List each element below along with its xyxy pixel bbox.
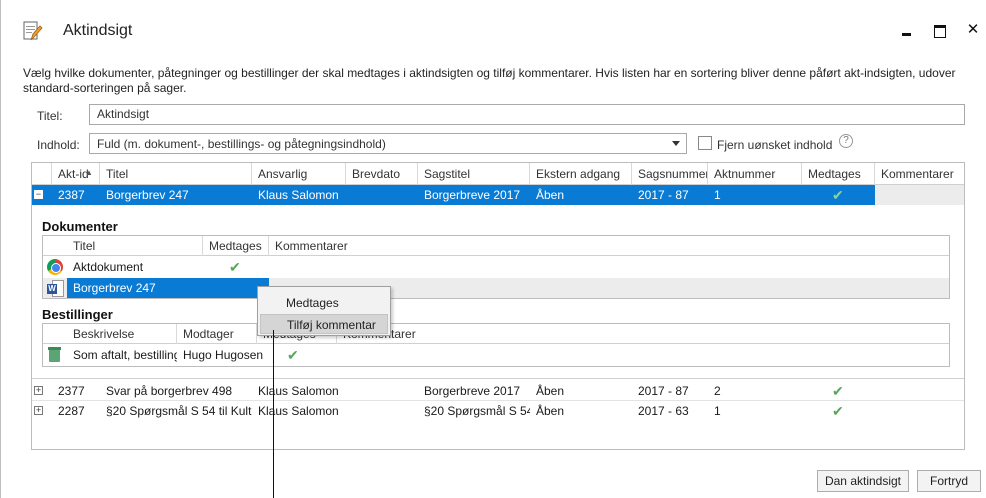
cell-kommentarer[interactable] <box>875 185 964 205</box>
content-select-value: Fuld (m. dokument-, bestillings- og påte… <box>97 137 386 151</box>
context-menu: Medtages Tilføj kommentar <box>257 286 391 336</box>
checkmark-icon[interactable]: ✔ <box>281 345 311 365</box>
order-beskrivelse: Som aftalt, bestilling på <box>73 348 177 362</box>
cell-brevdato <box>346 185 418 205</box>
column-header-brevdato[interactable]: Brevdato <box>346 163 418 185</box>
create-aktindsigt-button[interactable]: Dan aktindsigt <box>817 470 909 492</box>
checkmark-icon[interactable]: ✔ <box>826 401 856 421</box>
cell-akt-id: 2387 <box>58 188 85 202</box>
content-label: Indhold: <box>37 138 80 152</box>
help-icon[interactable]: ? <box>839 134 853 148</box>
cell-sagsnummer: 2017 - 87 <box>638 384 689 398</box>
doc-titel: Borgerbrev 247 <box>73 281 156 295</box>
doc-titel: Aktdokument <box>73 260 144 274</box>
cell-titel: Svar på borgerbrev 498 <box>106 384 233 398</box>
aktindsigt-window: Aktindsigt ✕ Vælg hvilke dokumenter, påt… <box>0 0 986 498</box>
checkmark-icon[interactable]: ✔ <box>826 381 856 401</box>
column-header-sagstitel[interactable]: Sagstitel <box>418 163 530 185</box>
column-header-order-kommentarer[interactable]: Kommentarer <box>337 324 949 344</box>
title-label: Titel: <box>37 109 63 123</box>
cell-ekstern-adgang: Åben <box>536 188 565 202</box>
checkmark-icon[interactable]: ✔ <box>223 257 253 277</box>
close-button[interactable]: ✕ <box>963 20 983 40</box>
order-bin-icon <box>48 347 61 362</box>
acts-grid: Akt-id ▲ Titel Ansvarlig Brevdato Sagstit… <box>31 162 965 450</box>
cell-aktnummer: 2 <box>714 384 721 398</box>
column-header-doc-kommentarer[interactable]: Kommentarer <box>269 236 949 256</box>
cell-sagstitel: Borgerbreve 2017 <box>424 384 521 398</box>
column-header-ekstern-adgang[interactable]: Ekstern adgang <box>530 163 632 185</box>
cell-aktnummer: 1 <box>714 188 721 202</box>
cell-brevdato <box>346 381 418 401</box>
column-header-beskrivelse[interactable]: Beskrivelse <box>67 324 177 344</box>
header-expander-col <box>32 163 52 185</box>
cell-sagstitel: §20 Spørgsmål S 54 <box>424 404 530 418</box>
title-bar: Aktindsigt ✕ <box>1 0 986 56</box>
menu-item-add-comment[interactable]: Tilføj kommentar <box>260 314 388 334</box>
menu-item-medtages[interactable]: Medtages <box>260 293 388 313</box>
cell-brevdato <box>346 401 418 421</box>
cell-ansvarlig: Klaus Salomon <box>258 404 339 418</box>
column-header-modtager[interactable]: Modtager <box>177 324 257 344</box>
list-item[interactable]: W Borgerbrev 247 <box>43 278 949 298</box>
cell-titel: §20 Spørgsmål S 54 til Kult <box>106 404 252 418</box>
minimize-button[interactable] <box>897 20 917 40</box>
list-item[interactable]: Aktdokument ✔ <box>43 257 949 277</box>
column-header-sagsnummer[interactable]: Sagsnummer <box>632 163 708 185</box>
cell-sagstitel: Borgerbreve 2017 <box>424 188 521 202</box>
table-row[interactable]: + 2377 Svar på borgerbrev 498 Klaus Salo… <box>32 381 964 401</box>
list-item[interactable]: Som aftalt, bestilling på Hugo Hugosen ✔ <box>43 345 949 365</box>
chrome-icon <box>47 259 63 275</box>
column-header-doc-titel[interactable]: Titel <box>67 236 203 256</box>
column-header-aktnummer[interactable]: Aktnummer <box>708 163 802 185</box>
cancel-button[interactable]: Fortryd <box>917 470 981 492</box>
column-header-ansvarlig[interactable]: Ansvarlig <box>252 163 346 185</box>
expand-icon[interactable]: + <box>34 406 43 415</box>
orders-grid: Beskrivelse Modtager Medtages Kommentare… <box>42 323 950 367</box>
cell-sagsnummer: 2017 - 63 <box>638 404 689 418</box>
table-row[interactable]: + 2287 §20 Spørgsmål S 54 til Kult Klaus… <box>32 401 964 421</box>
maximize-button[interactable] <box>929 20 949 40</box>
table-row[interactable]: − 2387 Borgerbrev 247 Klaus Salomon Borg… <box>32 185 964 205</box>
act-detail-panel: Dokumenter Titel Medtages Kommentarer Ak… <box>32 207 964 379</box>
column-header-medtages[interactable]: Medtages <box>802 163 875 185</box>
cell-ansvarlig: Klaus Salomon <box>258 188 339 202</box>
column-header-kommentarer[interactable]: Kommentarer <box>875 163 964 185</box>
column-header-doc-medtages[interactable]: Medtages <box>203 236 269 256</box>
cell-akt-id: 2287 <box>58 404 85 418</box>
remove-unwanted-checkbox[interactable] <box>698 136 712 150</box>
window-title: Aktindsigt <box>63 22 133 39</box>
cell-sagsnummer: 2017 - 87 <box>638 188 689 202</box>
expand-icon[interactable]: + <box>34 386 43 395</box>
cell-akt-id: 2377 <box>58 384 85 398</box>
checkmark-icon[interactable]: ✔ <box>826 185 856 205</box>
orders-grid-header: Beskrivelse Modtager Medtages Kommentare… <box>43 324 949 344</box>
title-input[interactable]: Aktindsigt <box>89 104 965 125</box>
cell-aktnummer: 1 <box>714 404 721 418</box>
column-header-titel[interactable]: Titel <box>100 163 252 185</box>
sort-ascending-icon: ▲ <box>85 168 93 177</box>
orders-section-title: Bestillinger <box>42 307 113 322</box>
order-modtager: Hugo Hugosen <box>183 348 264 362</box>
chevron-down-icon[interactable] <box>672 141 680 146</box>
document-edit-icon <box>23 21 43 41</box>
documents-grid-header: Titel Medtages Kommentarer <box>43 236 949 256</box>
cell-titel: Borgerbrev 247 <box>106 188 189 202</box>
cell-ansvarlig: Klaus Salomon <box>258 384 339 398</box>
annotation-line <box>273 330 274 498</box>
content-select[interactable]: Fuld (m. dokument-, bestillings- og påte… <box>89 133 687 154</box>
cell-ekstern-adgang: Åben <box>536 384 565 398</box>
documents-section-title: Dokumenter <box>42 219 118 234</box>
collapse-icon[interactable]: − <box>34 190 43 199</box>
documents-grid: Titel Medtages Kommentarer Aktdokument ✔… <box>42 235 950 299</box>
word-document-icon: W <box>47 280 64 297</box>
grid-header: Akt-id ▲ Titel Ansvarlig Brevdato Sagstit… <box>32 163 964 185</box>
cell-ekstern-adgang: Åben <box>536 404 565 418</box>
column-header-akt-id[interactable]: Akt-id ▲ <box>52 163 100 185</box>
remove-unwanted-label: Fjern uønsket indhold <box>717 138 833 152</box>
instructions-text: Vælg hvilke dokumenter, påtegninger og b… <box>23 66 956 95</box>
